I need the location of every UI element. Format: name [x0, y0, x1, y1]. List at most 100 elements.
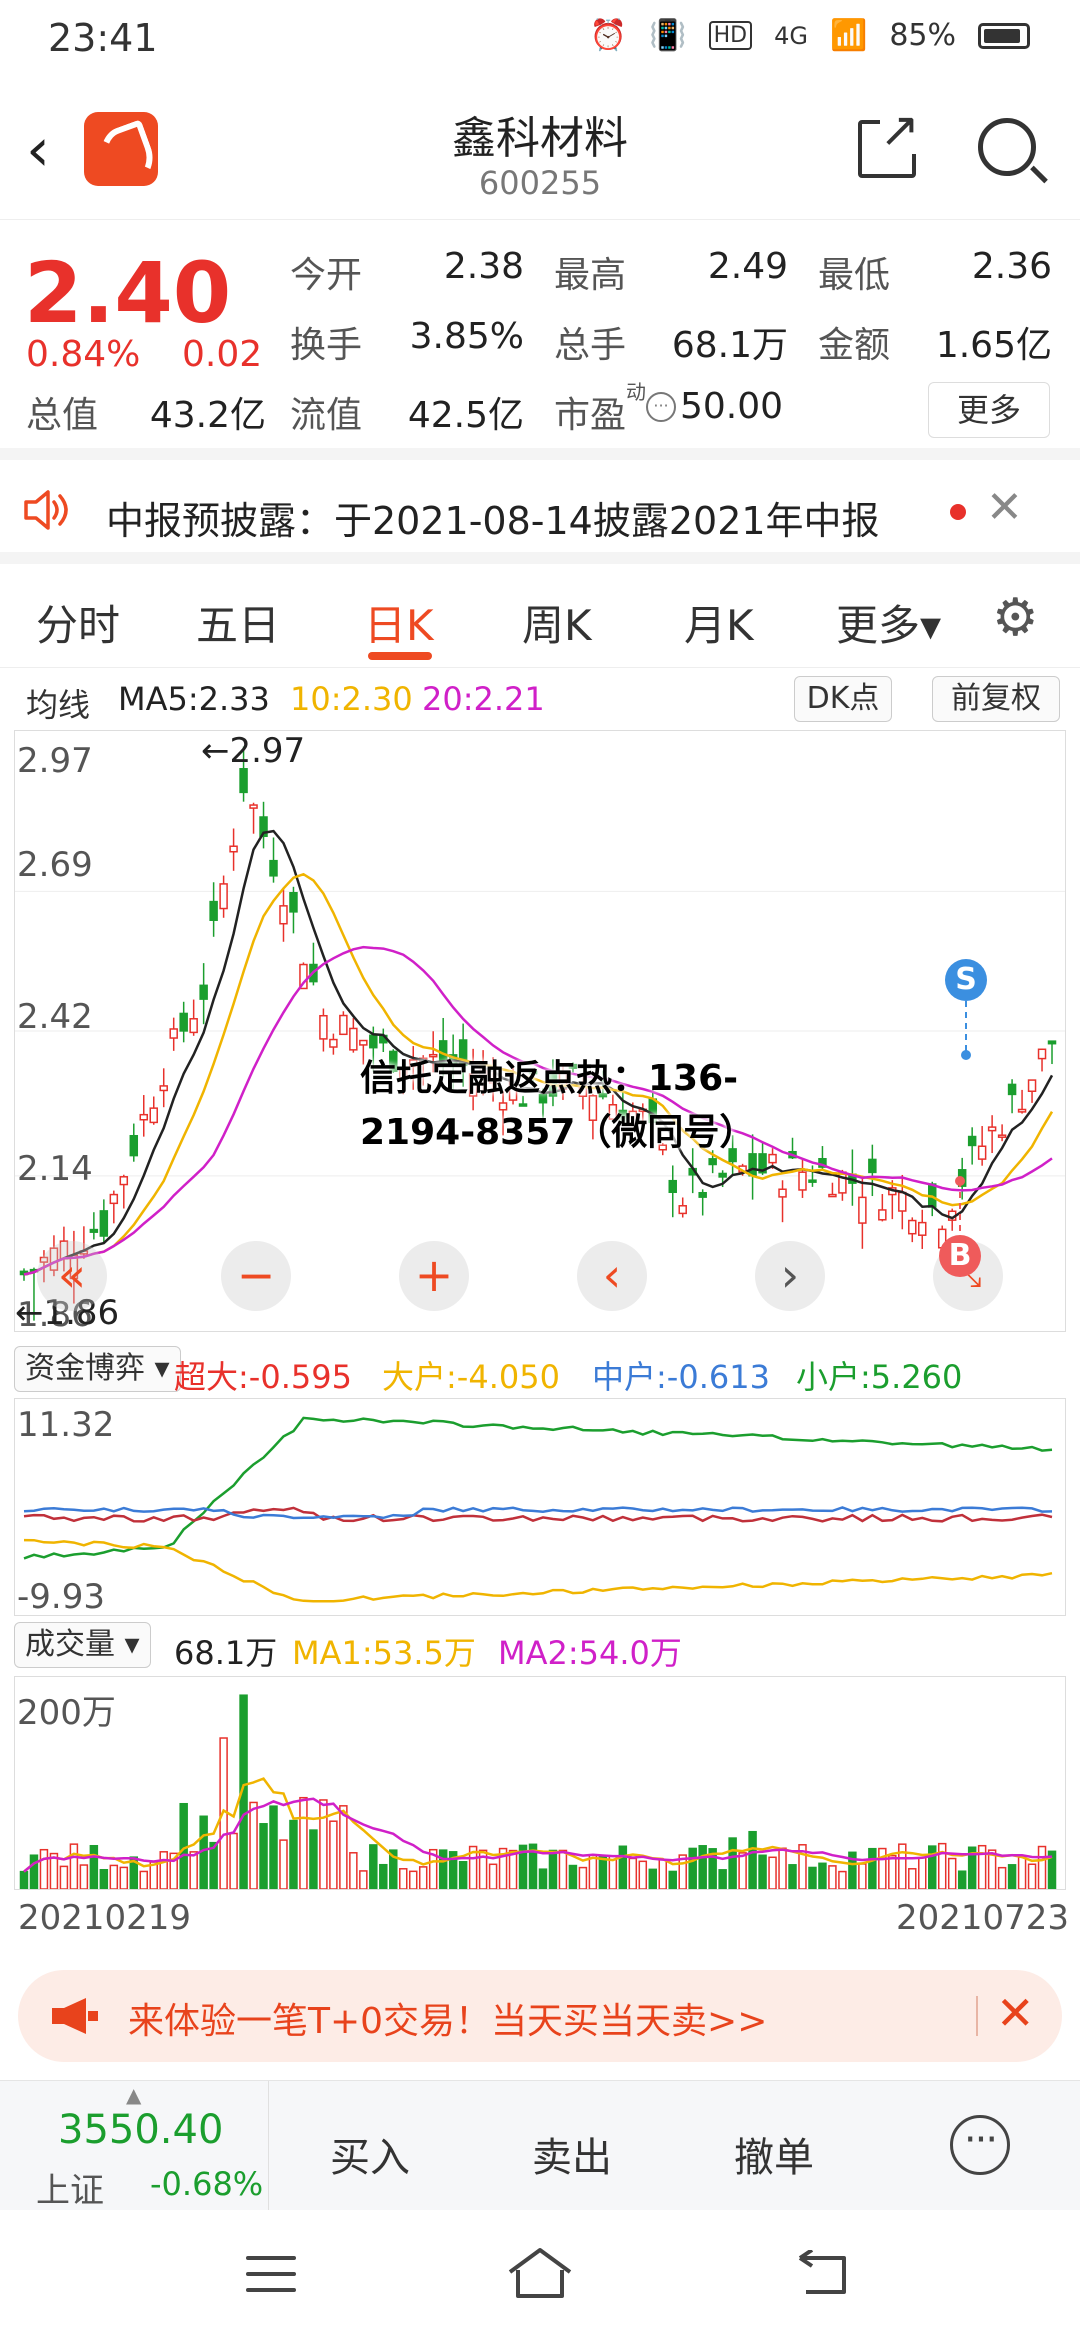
- fund-chart[interactable]: 11.32 -9.93: [14, 1398, 1066, 1617]
- status-bar: 23:41 ⏰ 📳 HD 4G 📶 85%: [0, 0, 1080, 80]
- candle-body: [778, 1188, 787, 1198]
- volume-bar: [927, 1845, 937, 1889]
- info-dots-icon[interactable]: ···: [646, 392, 676, 422]
- axis-label: -9.93: [17, 1577, 105, 1617]
- unread-dot: [950, 504, 966, 520]
- home-icon[interactable]: [506, 2246, 574, 2302]
- candle-body: [219, 883, 228, 910]
- back-nav-icon[interactable]: [794, 2250, 852, 2298]
- volume-bar: [19, 1870, 29, 1889]
- volume-bar: [997, 1866, 1007, 1889]
- volume-bar: [868, 1847, 877, 1889]
- candle-body: [1047, 1040, 1057, 1045]
- volume-bar: [39, 1848, 49, 1889]
- ma10-value: 10:2.30: [290, 680, 413, 718]
- volume-bar: [788, 1864, 797, 1889]
- candle-body: [808, 1179, 817, 1183]
- volume-value: 68.1万: [174, 1634, 278, 1672]
- candle-body: [269, 859, 278, 877]
- stock-header: ‹ 鑫科材料 600255: [0, 80, 1080, 220]
- scroll-left-icon[interactable]: ‹: [577, 1241, 647, 1311]
- stat-value: 43.2亿: [149, 395, 266, 436]
- volume-bar: [1027, 1863, 1037, 1889]
- volume-bar: [718, 1869, 727, 1889]
- fund-svg: [23, 1416, 1053, 1603]
- volume-bar: [59, 1865, 69, 1889]
- buy-signal-dot: [955, 1176, 965, 1186]
- candle-body: [908, 1219, 917, 1235]
- volume-bar: [418, 1866, 428, 1889]
- share-icon[interactable]: [858, 106, 920, 178]
- tab-more[interactable]: 更多▾: [836, 592, 941, 653]
- stat-value: 3.85%: [409, 316, 524, 357]
- more-button[interactable]: 更多: [928, 382, 1050, 438]
- volume-bar: [1007, 1864, 1017, 1889]
- volume-bar: [69, 1843, 79, 1889]
- promo-banner[interactable]: 来体验一笔T+0交易！当天买当天卖>> ✕: [18, 1970, 1062, 2062]
- candle-body: [189, 1018, 198, 1034]
- volume-ma2-line: [23, 1797, 1053, 1873]
- fund-big: 大户:-4.050: [382, 1358, 560, 1396]
- more-options-icon[interactable]: ···: [950, 2115, 1010, 2175]
- volume-bar: [289, 1819, 298, 1889]
- notice-bar[interactable]: 中报预披露：于2021-08-14披露2021年中报 ✕: [0, 460, 1080, 564]
- kline-chart[interactable]: 2.97 2.69 2.42 2.14 1.86 ←2.97 ←1.86 « −…: [14, 730, 1066, 1335]
- volume-bar: [349, 1852, 358, 1889]
- sell-signal[interactable]: S: [945, 959, 987, 1001]
- volume-bar: [109, 1864, 119, 1889]
- expand-up-icon[interactable]: ▲: [126, 2083, 141, 2107]
- watermark-text: 信托定融返点热：136-2194-8357（微同号）: [360, 1058, 756, 1153]
- index-change: -0.68%: [150, 2165, 264, 2203]
- volume-indicator-select[interactable]: 成交量 ▾: [14, 1622, 151, 1668]
- stat-label: 总手: [554, 325, 627, 366]
- volume-bar: [299, 1796, 308, 1889]
- big-fund-line: [23, 1538, 1053, 1603]
- close-icon[interactable]: ✕: [996, 1986, 1035, 2040]
- buy-button[interactable]: 买入: [330, 2125, 410, 2183]
- volume-bar: [189, 1851, 198, 1889]
- volume-chart[interactable]: 200万: [14, 1676, 1066, 1890]
- volume-bar: [808, 1866, 817, 1889]
- volume-bar: [229, 1832, 238, 1889]
- tab-five-day[interactable]: 五日: [196, 592, 280, 653]
- volume-bar: [738, 1852, 747, 1889]
- scroll-right-icon[interactable]: ›: [755, 1241, 825, 1311]
- sell-button[interactable]: 卖出: [532, 2125, 612, 2183]
- search-icon[interactable]: [978, 118, 1036, 176]
- volume-bar: [947, 1857, 957, 1889]
- close-icon[interactable]: ✕: [986, 482, 1023, 533]
- tab-weekly-k[interactable]: 周K: [522, 592, 592, 653]
- cancel-order-button[interactable]: 撤单: [734, 2125, 814, 2183]
- volume-bar: [778, 1847, 787, 1889]
- volume-bar: [438, 1849, 448, 1889]
- scroll-left-fast-icon[interactable]: «: [37, 1241, 107, 1311]
- adjust-mode-button[interactable]: 前复权: [932, 676, 1060, 722]
- axis-label: 2.69: [17, 845, 93, 885]
- tab-intraday[interactable]: 分时: [36, 592, 120, 653]
- candle-body: [977, 1145, 987, 1160]
- tab-monthly-k[interactable]: 月K: [684, 592, 754, 653]
- notice-text: 中报预披露：于2021-08-14披露2021年中报: [106, 499, 880, 543]
- volume-bar: [139, 1870, 149, 1889]
- recents-icon[interactable]: [246, 2256, 296, 2304]
- candle-body: [1027, 1079, 1037, 1092]
- gear-icon[interactable]: ⚙: [992, 588, 1039, 648]
- zoom-out-icon[interactable]: −: [221, 1241, 291, 1311]
- dk-point-button[interactable]: DK点: [794, 676, 892, 722]
- index-value[interactable]: 3550.40: [58, 2107, 223, 2153]
- volume-bar: [488, 1863, 498, 1889]
- candle-body: [868, 1158, 877, 1174]
- tab-daily-k[interactable]: 日K: [364, 592, 434, 653]
- buy-signal[interactable]: B: [939, 1235, 981, 1277]
- zoom-in-icon[interactable]: +: [399, 1241, 469, 1311]
- candle-body: [898, 1191, 907, 1212]
- ma20-value: 20:2.21: [422, 680, 545, 718]
- fund-indicator-select[interactable]: 资金博弈 ▾: [14, 1346, 181, 1392]
- volume-bar: [408, 1870, 418, 1889]
- candle-body: [718, 1172, 727, 1178]
- fund-legend: 资金博弈 ▾ 超大:-0.595 大户:-4.050 中户:-0.613 小户:…: [0, 1342, 1080, 1396]
- volume-bar: [618, 1845, 628, 1889]
- candle-body: [289, 891, 298, 913]
- volume-bar: [918, 1857, 927, 1889]
- volume-bar: [548, 1849, 558, 1889]
